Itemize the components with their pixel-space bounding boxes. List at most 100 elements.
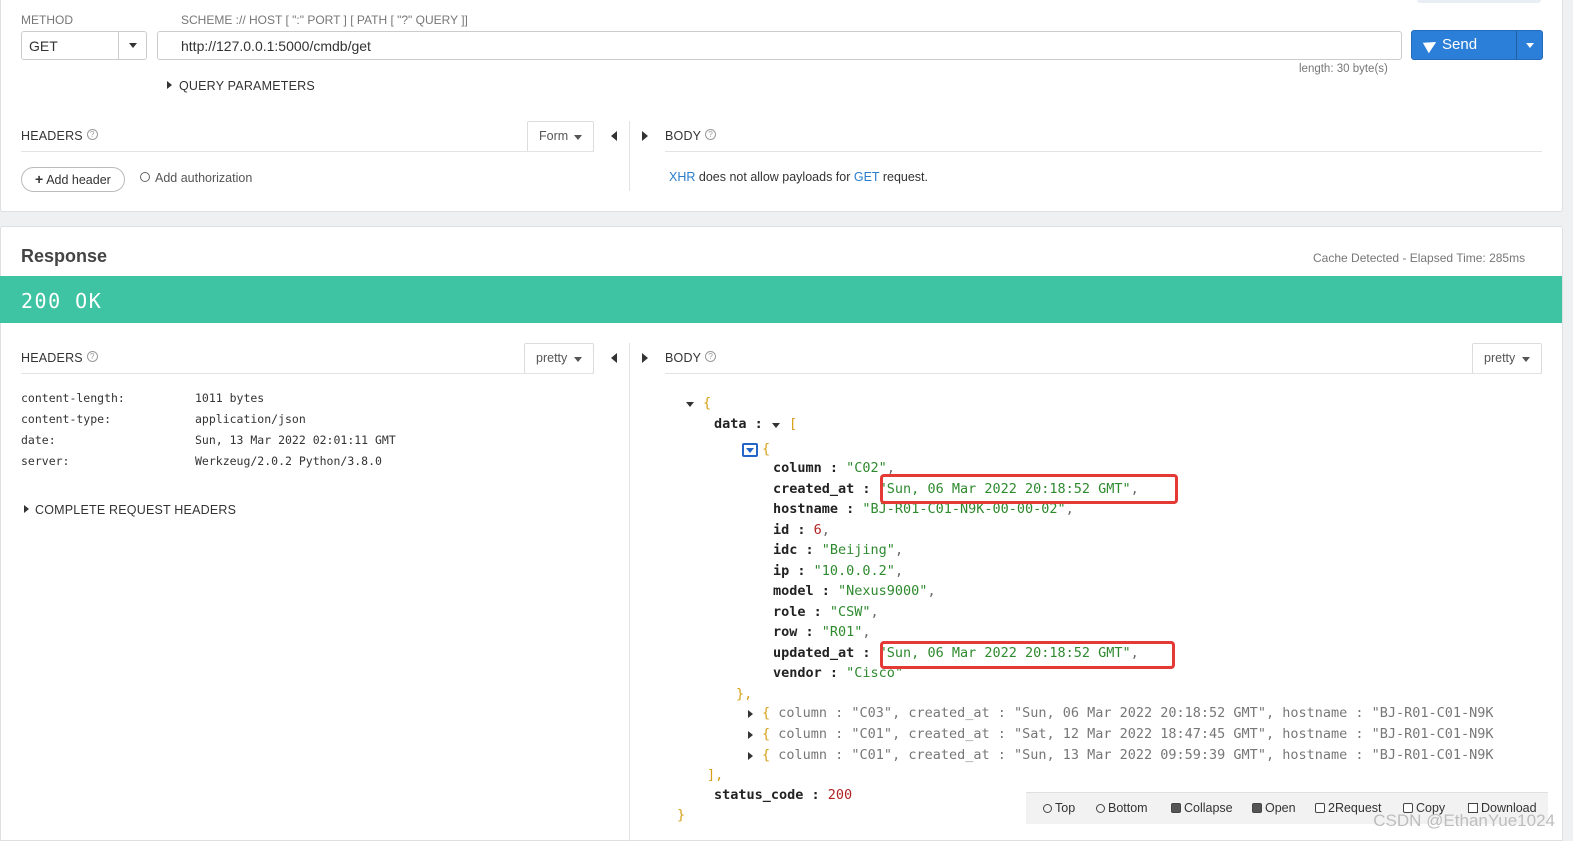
copy-request-icon: [1315, 803, 1325, 813]
help-icon[interactable]: ?: [705, 129, 717, 140]
json-value: "Nexus9000": [838, 583, 928, 599]
body-format-dropdown[interactable]: pretty: [1472, 343, 1542, 374]
json-key: row: [773, 624, 798, 640]
json-collapsed-item[interactable]: { column : "C01", created_at : "Sun, 13 …: [762, 745, 1540, 765]
collapse-item-button[interactable]: [742, 443, 758, 457]
status-text: 200 OK: [21, 289, 103, 313]
elapsed-time: Cache Detected - Elapsed Time: 285ms: [1313, 251, 1526, 265]
arrow-up-icon: [1043, 804, 1052, 813]
json-close-bracket: ],: [707, 767, 724, 783]
json-key: vendor: [773, 665, 822, 681]
collapse-left-icon[interactable]: [611, 353, 617, 363]
add-header-label: Add header: [46, 173, 111, 187]
expand-right-icon[interactable]: [642, 131, 648, 141]
json-property: ip : "10.0.0.2",: [773, 562, 904, 579]
json-property: column : "C02",: [773, 460, 895, 476]
header-key: server:: [21, 454, 70, 468]
json-property: idc : "Beijing",: [773, 542, 904, 558]
headers-mode-dropdown[interactable]: Form: [527, 121, 594, 152]
send-options-toggle[interactable]: [1516, 31, 1543, 59]
json-value: "BJ-R01-C01-N9K: [1371, 726, 1494, 742]
url-input[interactable]: [157, 31, 1402, 60]
2request-button[interactable]: 2Request: [1315, 801, 1382, 815]
expand-item-icon[interactable]: [748, 731, 753, 739]
json-key: created_at: [773, 480, 855, 497]
header-value: Sun, 13 Mar 2022 02:01:11 GMT: [195, 433, 396, 447]
response-headers-title: HEADERS?: [21, 351, 98, 365]
collapse-button[interactable]: Collapse: [1171, 801, 1233, 815]
json-collapsed-item[interactable]: { column : "C01", created_at : "Sat, 12 …: [762, 724, 1540, 744]
header-key: date:: [21, 433, 56, 447]
json-key: ip: [773, 562, 790, 579]
chevron-down-icon: [129, 43, 137, 48]
divider: [629, 343, 630, 841]
expand-item-icon[interactable]: [748, 752, 753, 760]
header-value: application/json: [195, 412, 306, 426]
send-button[interactable]: Send: [1412, 31, 1516, 59]
divider: [21, 373, 594, 374]
chevron-down-icon: [574, 135, 582, 140]
xhr-link[interactable]: XHR: [669, 170, 695, 184]
collapse-root-icon[interactable]: [686, 402, 694, 407]
add-header-button[interactable]: + Add header: [21, 167, 125, 192]
chevron-down-icon: [1522, 357, 1530, 362]
collapse-left-icon[interactable]: [611, 131, 617, 141]
help-icon[interactable]: ?: [86, 129, 98, 140]
add-authorization-link[interactable]: Add authorization: [140, 171, 252, 185]
json-status-code-line: status_code : 200: [714, 787, 853, 803]
bottom-button[interactable]: Bottom: [1096, 801, 1148, 815]
divider: [629, 121, 630, 191]
collapse-data-icon[interactable]: [772, 423, 780, 428]
headers-format-value: pretty: [536, 351, 568, 365]
json-key: idc: [773, 542, 798, 558]
method-select[interactable]: GET: [21, 31, 147, 60]
collapse-label: Collapse: [1184, 801, 1233, 815]
method-value: GET: [29, 38, 58, 54]
status-bar: [0, 276, 1562, 323]
request-body-label: BODY: [665, 129, 702, 143]
open-button[interactable]: Open: [1252, 801, 1296, 815]
headers-format-dropdown[interactable]: pretty: [524, 343, 594, 374]
top-tab-fragment: [1417, 0, 1541, 3]
expand-right-icon[interactable]: [642, 353, 648, 363]
method-dropdown-toggle[interactable]: [118, 32, 146, 59]
expand-item-icon[interactable]: [748, 710, 753, 718]
body-message: XHR does not allow payloads for GET requ…: [669, 170, 928, 184]
caret-right-icon: [24, 505, 29, 513]
request-body-title: BODY?: [665, 129, 717, 143]
help-icon[interactable]: ?: [86, 351, 98, 362]
response-header-row: content-type:: [21, 412, 111, 426]
json-key: column: [773, 460, 822, 476]
watermark: CSDN @EthanYue1024: [1373, 811, 1555, 830]
request-headers-title: HEADERS?: [21, 129, 98, 143]
json-key: hostname: [773, 501, 839, 517]
json-property: row : "R01",: [773, 624, 871, 640]
complete-request-headers-toggle[interactable]: COMPLETE REQUEST HEADERS: [24, 502, 236, 517]
json-data-line: data :: [714, 416, 763, 432]
header-value: 1011 bytes: [195, 391, 265, 405]
json-collapsed-item[interactable]: { column : "C03", created_at : "Sun, 06 …: [762, 703, 1540, 723]
json-value: "R01": [821, 624, 863, 640]
json-value: "BJ-R01-C01-N9K: [1371, 747, 1494, 763]
json-value: "Beijing": [821, 542, 895, 558]
json-value: "Sun, 06 Mar 2022 20:18:52 GMT": [1013, 705, 1266, 721]
chevron-down-icon: [1526, 43, 1534, 48]
json-key: role: [773, 603, 806, 620]
body-message-text: does not allow payloads for: [698, 170, 851, 184]
top-label: Top: [1055, 801, 1076, 815]
top-button[interactable]: Top: [1043, 801, 1075, 815]
query-parameters-toggle[interactable]: QUERY PARAMETERS: [167, 78, 315, 93]
send-button-group[interactable]: Send: [1411, 30, 1543, 60]
json-value: "Sat, 12 Mar 2022 18:47:45 GMT": [1013, 726, 1266, 742]
json-open-bracket: [: [789, 416, 798, 432]
json-item-open-brace: {: [762, 441, 771, 457]
help-icon[interactable]: ?: [705, 351, 717, 362]
arrow-down-icon: [1096, 804, 1105, 813]
json-property: id : 6,: [773, 521, 830, 538]
response-header-row: server:: [21, 454, 69, 468]
get-link[interactable]: GET: [854, 170, 879, 184]
divider: [665, 373, 1542, 374]
response-header-row: content-length:: [21, 391, 125, 405]
divider: [21, 151, 594, 152]
query-parameters-label: QUERY PARAMETERS: [179, 79, 315, 93]
